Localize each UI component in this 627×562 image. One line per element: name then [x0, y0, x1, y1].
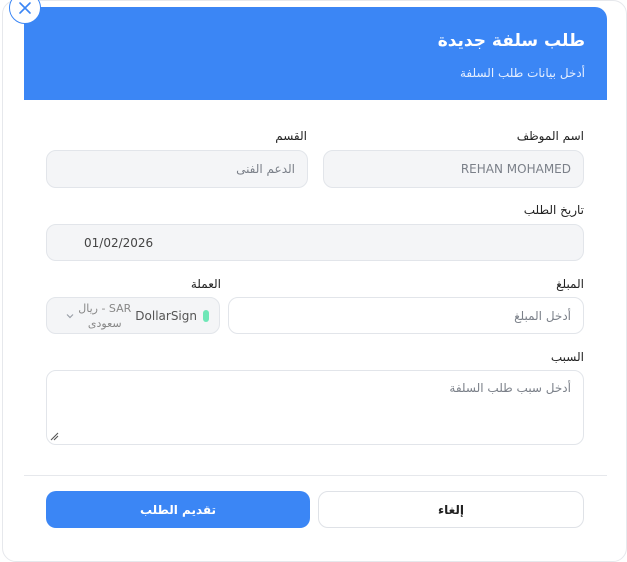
request-date-label: تاريخ الطلب [523, 203, 584, 217]
dialog-title: طلب سلفة جديدة [437, 31, 585, 51]
footer-divider [24, 475, 607, 476]
amount-placeholder: أدخل المبلغ [514, 308, 571, 323]
employee-name-label: اسم الموظف [516, 129, 584, 143]
request-date-value: 01/02/2026 [84, 235, 154, 250]
employee-name-field: REHAN MOHAMED [323, 150, 584, 188]
department-label: القسم [275, 129, 307, 143]
amount-label: المبلغ [556, 277, 584, 291]
chevron-down-icon [66, 313, 74, 318]
currency-select[interactable]: DollarSign SAR - ريال سعودى [46, 297, 220, 334]
dialog-header: طلب سلفة جديدة أدخل بيانات طلب السلفة [24, 7, 607, 100]
resize-grip-icon[interactable] [50, 432, 59, 441]
submit-button[interactable]: تقديم الطلب [46, 491, 310, 528]
reason-placeholder: أدخل سبب طلب السلفة [449, 381, 571, 395]
cancel-button[interactable]: إلغاء [318, 491, 584, 528]
dialog-subtitle: أدخل بيانات طلب السلفة [459, 66, 585, 80]
currency-icon-text: DollarSign [135, 308, 197, 323]
employee-name-value: REHAN MOHAMED [460, 162, 571, 176]
request-date-field: 01/02/2026 [46, 224, 584, 261]
status-dot [203, 309, 209, 322]
currency-value: SAR - ريال سعودى [78, 301, 131, 331]
currency-value-line1: SAR - ريال [78, 301, 132, 315]
reason-label: السبب [550, 350, 584, 364]
currency-label: العملة [190, 277, 221, 291]
department-value: الدعم الفنى [236, 162, 295, 176]
reason-textarea[interactable]: أدخل سبب طلب السلفة [46, 370, 584, 445]
department-field: الدعم الفنى [46, 150, 308, 188]
amount-input[interactable]: أدخل المبلغ [228, 297, 584, 334]
currency-value-line2: سعودى [87, 316, 122, 330]
close-icon [19, 2, 31, 14]
